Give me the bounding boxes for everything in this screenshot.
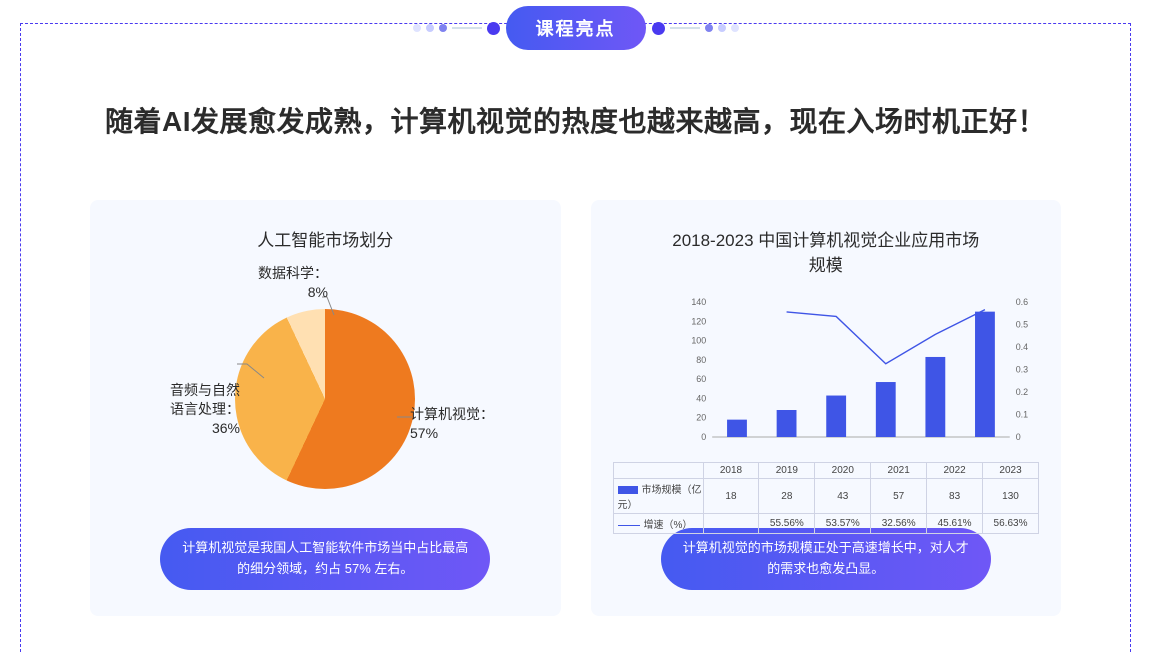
pie-label-ds-value: 8% [228, 283, 328, 302]
card-bar-callout: 计算机视觉的市场规模正处于高速增长中，对人才的需求也愈发凸显。 [661, 528, 991, 590]
decor-dots-right [652, 22, 739, 35]
svg-text:0.2: 0.2 [1015, 387, 1027, 397]
pie-label-nlp-name2: 语言处理： [140, 400, 240, 419]
svg-text:20: 20 [696, 413, 706, 423]
decor-dots-left [413, 22, 500, 35]
card-pie-callout: 计算机视觉是我国人工智能软件市场当中占比最高的细分领域，约占 57% 左右。 [160, 528, 490, 590]
pie-label-ds: 数据科学： 8% [228, 264, 328, 302]
svg-text:80: 80 [696, 355, 706, 365]
svg-text:0: 0 [701, 432, 706, 442]
svg-text:100: 100 [691, 336, 706, 346]
combo-svg: 0 20 40 60 80 100 120 140 0 0.1 0.2 0.3 0.4 0.5 0.6 [613, 292, 1040, 462]
card-pie-title: 人工智能市场划分 [257, 226, 393, 251]
pie-label-ds-name: 数据科学： [228, 264, 328, 283]
cards-row: 人工智能市场划分 计算机视觉： 57% 音频与自然 语言处理： 36% 数据科学… [90, 200, 1061, 616]
svg-text:120: 120 [691, 316, 706, 326]
combo-legend-table: 201820192020202120222023 市场规模（亿元） 182843… [613, 462, 1040, 534]
pie-label-cv-value: 57% [410, 424, 494, 443]
headline: 随着AI发展愈发成熟，计算机视觉的热度也越来越高，现在入场时机正好！ [20, 100, 1131, 140]
legend-line-text: 增速（%） [644, 520, 693, 531]
svg-text:0.1: 0.1 [1015, 409, 1027, 419]
svg-text:0.3: 0.3 [1015, 364, 1027, 374]
svg-text:60: 60 [696, 374, 706, 384]
card-bar: 2018-2023 中国计算机视觉企业应用市场规模 0 20 40 60 80 100 12… [591, 200, 1062, 616]
svg-text:140: 140 [691, 297, 706, 307]
pie-label-nlp: 音频与自然 语言处理： 36% [140, 381, 240, 438]
pie-chart: 计算机视觉： 57% 音频与自然 语言处理： 36% 数据科学： 8% [112, 267, 539, 527]
pie-label-nlp-name1: 音频与自然 [140, 381, 240, 400]
svg-text:0.4: 0.4 [1015, 342, 1027, 352]
legend-line-swatch [618, 525, 640, 526]
combo-chart: 0 20 40 60 80 100 120 140 0 0.1 0.2 0.3 0.4 0.5 0.6 2… [613, 292, 1040, 514]
pie-label-nlp-value: 36% [140, 419, 240, 438]
pie-label-cv: 计算机视觉： 57% [410, 405, 494, 443]
section-header: 课程亮点 [0, 6, 1151, 50]
svg-text:40: 40 [696, 393, 706, 403]
svg-text:0.6: 0.6 [1015, 297, 1027, 307]
legend-bar-swatch [618, 486, 638, 494]
svg-text:0.5: 0.5 [1015, 319, 1027, 329]
card-bar-title: 2018-2023 中国计算机视觉企业应用市场规模 [671, 226, 981, 276]
card-pie: 人工智能市场划分 计算机视觉： 57% 音频与自然 语言处理： 36% 数据科学… [90, 200, 561, 616]
section-title-pill: 课程亮点 [506, 6, 646, 50]
svg-text:0: 0 [1015, 432, 1020, 442]
pie-label-cv-name: 计算机视觉： [410, 405, 494, 424]
